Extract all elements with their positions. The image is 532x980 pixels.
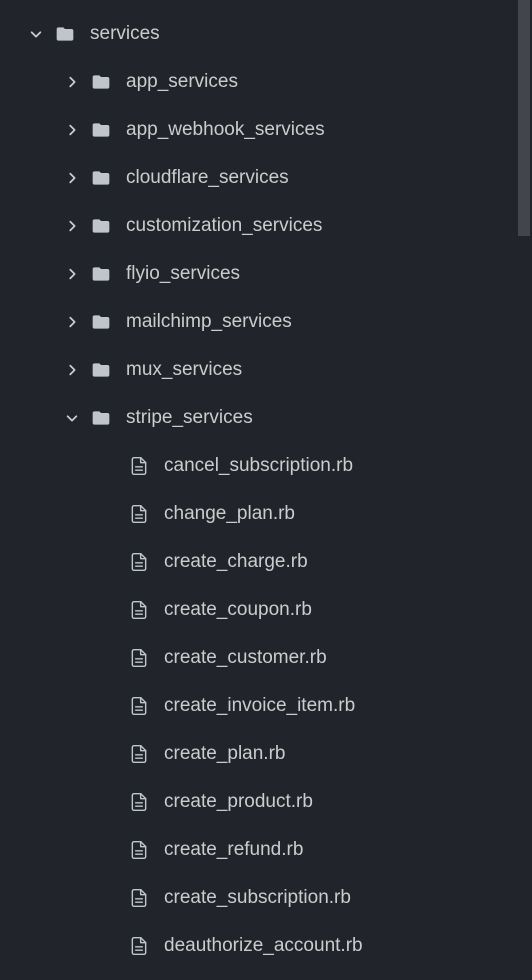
tree-item-label: flyio_services xyxy=(126,263,240,285)
chevron-right-icon[interactable] xyxy=(64,170,80,186)
scrollbar-thumb[interactable] xyxy=(518,0,530,236)
tree-item-label: cloudflare_services xyxy=(126,167,289,189)
file-icon xyxy=(128,695,150,717)
tree-item-label: cancel_subscription.rb xyxy=(164,455,353,477)
folder-icon xyxy=(90,215,112,237)
tree-item-label: change_plan.rb xyxy=(164,503,295,525)
tree-item-label: create_product.rb xyxy=(164,791,313,813)
file-icon xyxy=(128,743,150,765)
tree-item-label: app_services xyxy=(126,71,238,93)
tree-folder[interactable]: app_webhook_services xyxy=(0,106,532,154)
chevron-down-icon[interactable] xyxy=(28,26,44,42)
tree-folder[interactable]: customization_services xyxy=(0,202,532,250)
file-icon xyxy=(128,887,150,909)
chevron-down-icon[interactable] xyxy=(64,410,80,426)
tree-item-label: create_plan.rb xyxy=(164,743,285,765)
tree-file[interactable]: create_subscription.rb xyxy=(0,874,532,922)
folder-icon xyxy=(90,311,112,333)
folder-icon xyxy=(90,119,112,141)
file-icon xyxy=(128,791,150,813)
tree-item-label: mux_services xyxy=(126,359,242,381)
file-icon xyxy=(128,455,150,477)
tree-folder[interactable]: stripe_services xyxy=(0,394,532,442)
tree-file[interactable]: create_invoice_item.rb xyxy=(0,682,532,730)
tree-item-label: app_webhook_services xyxy=(126,119,325,141)
tree-item-label: create_coupon.rb xyxy=(164,599,312,621)
tree-item-label: create_customer.rb xyxy=(164,647,327,669)
chevron-right-icon[interactable] xyxy=(64,314,80,330)
chevron-right-icon[interactable] xyxy=(64,218,80,234)
tree-item-label: customization_services xyxy=(126,215,322,237)
chevron-right-icon[interactable] xyxy=(64,266,80,282)
tree-file[interactable]: create_product.rb xyxy=(0,778,532,826)
tree-file[interactable]: change_plan.rb xyxy=(0,490,532,538)
folder-icon xyxy=(90,71,112,93)
tree-file[interactable]: create_coupon.rb xyxy=(0,586,532,634)
tree-file[interactable]: deauthorize_account.rb xyxy=(0,922,532,970)
folder-icon xyxy=(90,167,112,189)
tree-item-label: mailchimp_services xyxy=(126,311,292,333)
tree-item-label: create_charge.rb xyxy=(164,551,308,573)
tree-item-label: create_invoice_item.rb xyxy=(164,695,355,717)
tree-item-label: create_refund.rb xyxy=(164,839,303,861)
file-icon xyxy=(128,599,150,621)
tree-folder[interactable]: cloudflare_services xyxy=(0,154,532,202)
chevron-right-icon[interactable] xyxy=(64,122,80,138)
tree-folder[interactable]: mux_services xyxy=(0,346,532,394)
tree-file[interactable]: create_plan.rb xyxy=(0,730,532,778)
tree-file[interactable]: cancel_subscription.rb xyxy=(0,442,532,490)
tree-file[interactable]: create_customer.rb xyxy=(0,634,532,682)
file-tree: services app_services app_webhook_services… xyxy=(0,0,532,980)
folder-icon xyxy=(90,263,112,285)
file-icon xyxy=(128,935,150,957)
file-icon xyxy=(128,839,150,861)
tree-folder[interactable]: flyio_services xyxy=(0,250,532,298)
folder-icon xyxy=(90,407,112,429)
chevron-right-icon[interactable] xyxy=(64,362,80,378)
folder-icon xyxy=(90,359,112,381)
file-icon xyxy=(128,503,150,525)
folder-icon xyxy=(54,23,76,45)
tree-item-label: stripe_services xyxy=(126,407,253,429)
scrollbar-track[interactable] xyxy=(518,0,532,978)
tree-item-label: services xyxy=(90,23,160,45)
tree-file[interactable]: create_refund.rb xyxy=(0,826,532,874)
tree-file[interactable]: create_charge.rb xyxy=(0,538,532,586)
tree-folder[interactable]: mailchimp_services xyxy=(0,298,532,346)
file-icon xyxy=(128,647,150,669)
tree-folder[interactable]: services xyxy=(0,10,532,58)
chevron-right-icon[interactable] xyxy=(64,74,80,90)
tree-folder[interactable]: app_services xyxy=(0,58,532,106)
tree-item-label: deauthorize_account.rb xyxy=(164,935,363,957)
tree-item-label: create_subscription.rb xyxy=(164,887,351,909)
file-icon xyxy=(128,551,150,573)
